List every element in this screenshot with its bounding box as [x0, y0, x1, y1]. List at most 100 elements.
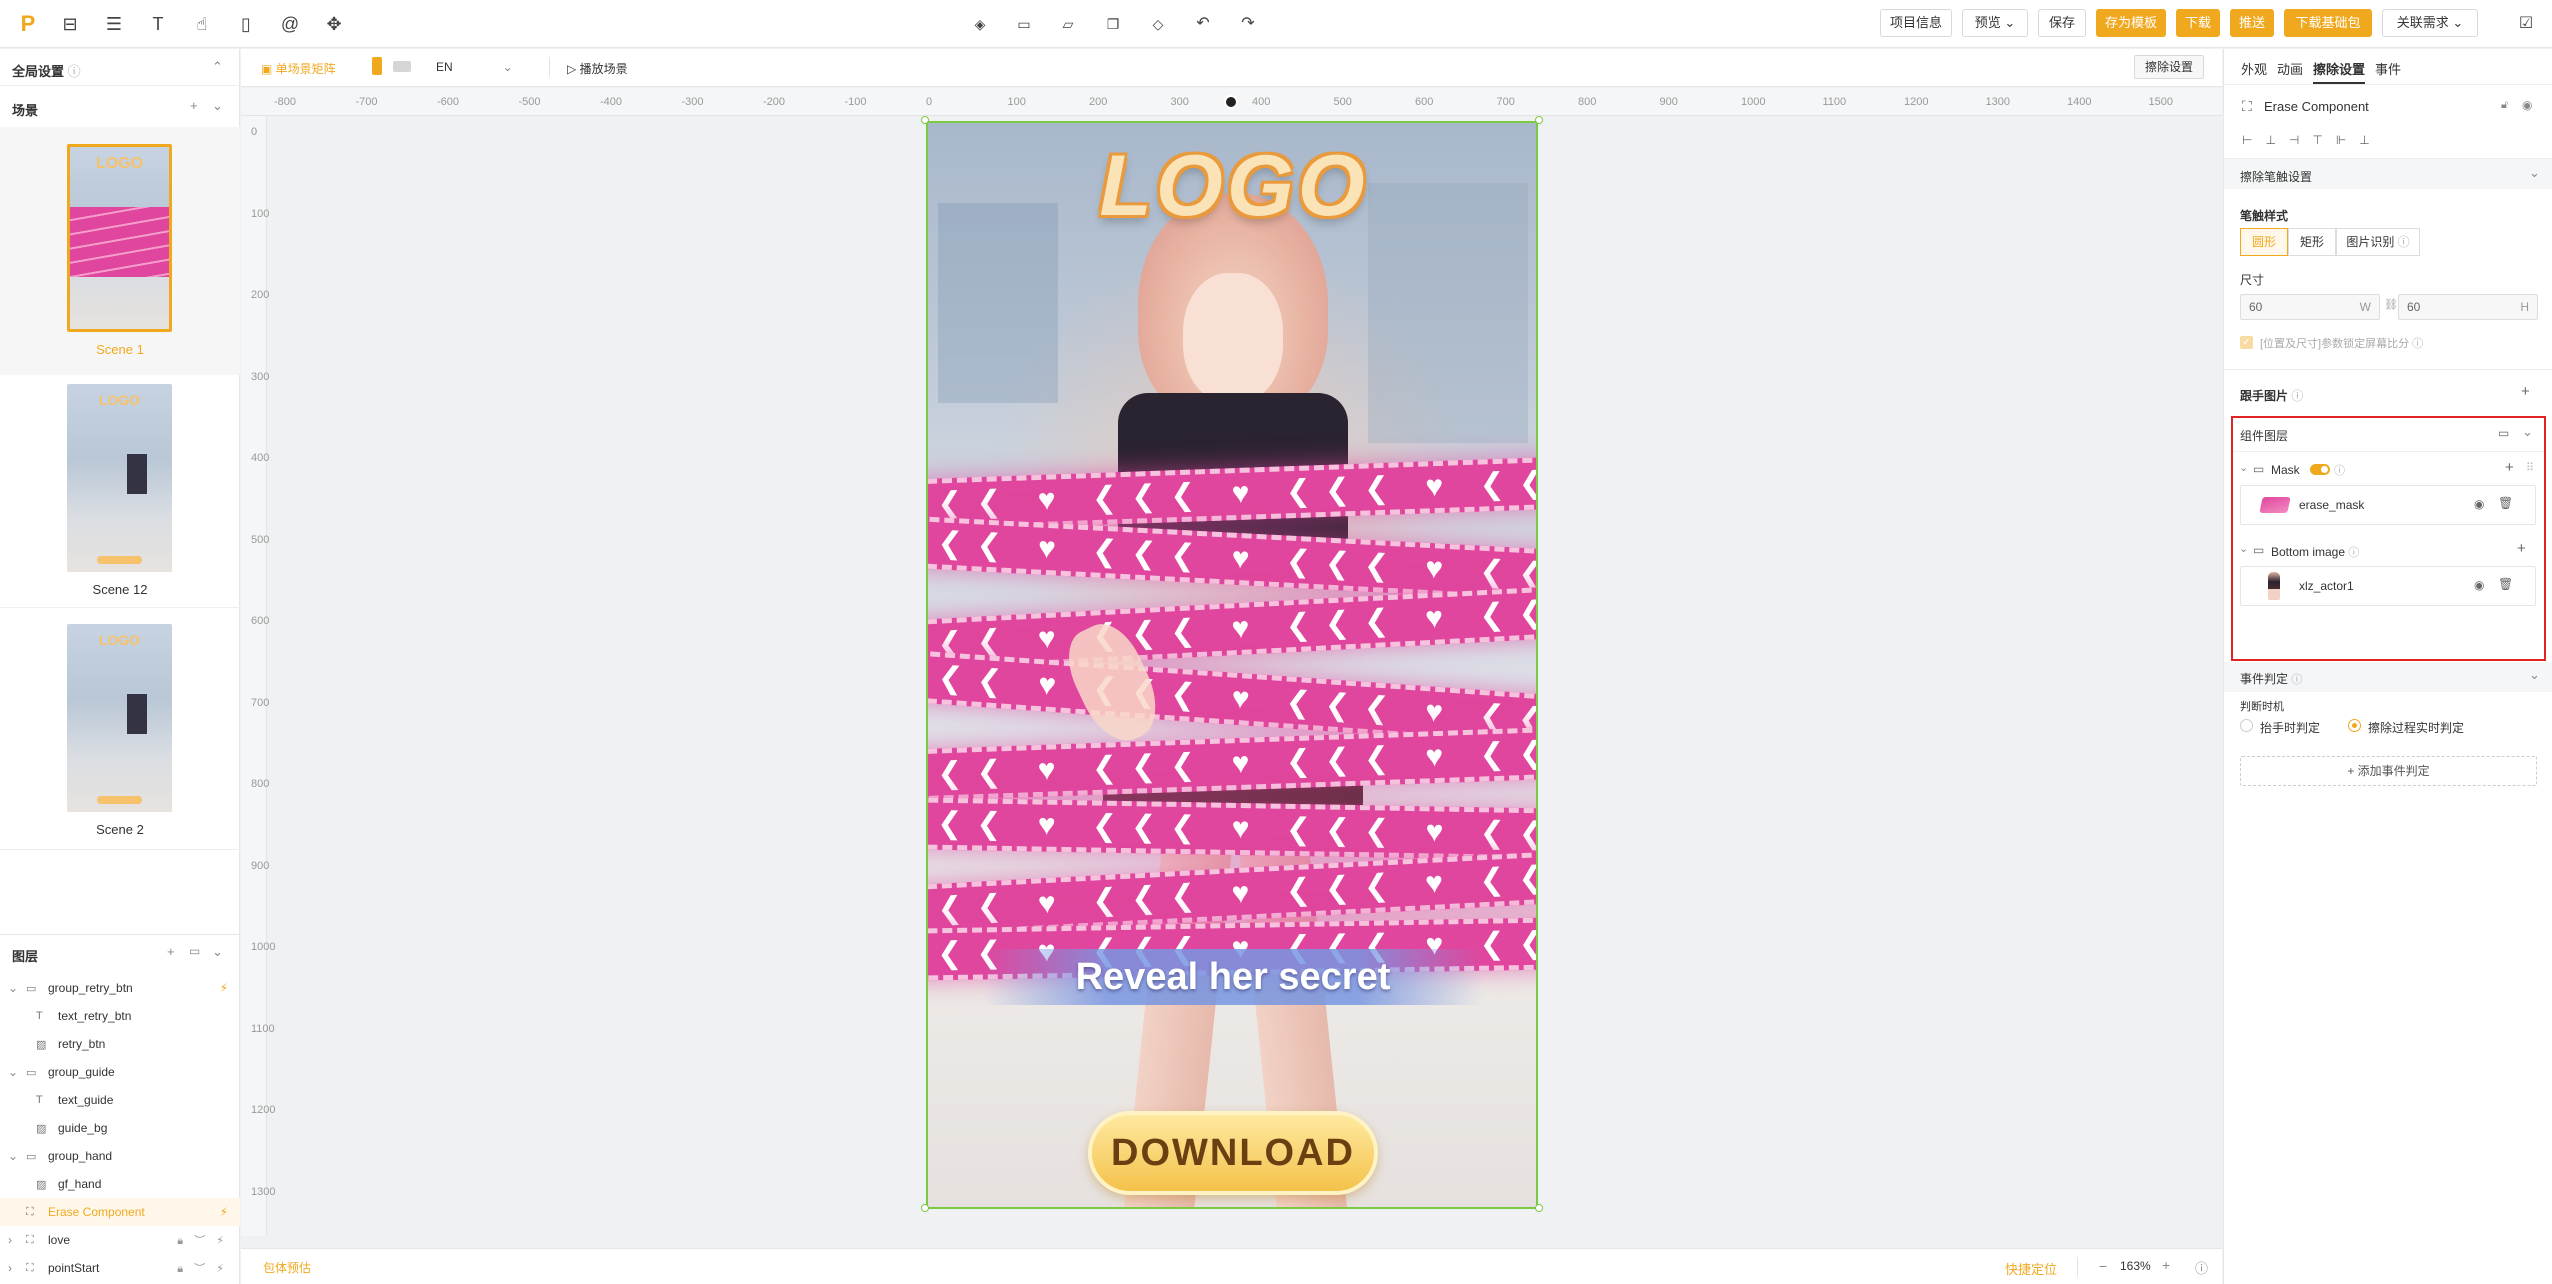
at-icon[interactable]: @: [278, 12, 302, 36]
related-demand-button[interactable]: 关联需求 ⌄: [2382, 9, 2478, 37]
brush-circle-option[interactable]: 圆形: [2240, 228, 2288, 256]
layer-row[interactable]: ⌄ ▭ group_retry_btn ⚡: [0, 974, 240, 1002]
language-select[interactable]: EN ⌄: [436, 60, 513, 74]
copy-icon[interactable]: ❐: [1101, 12, 1125, 36]
add-bottom-layer-icon[interactable]: +: [2517, 540, 2526, 557]
layer-row[interactable]: › ⛶ love 🔒︎ ︶ ⚡: [0, 1226, 240, 1254]
layer-row[interactable]: ▨ guide_bg: [0, 1114, 240, 1142]
bottom-item-row[interactable]: xlz_actor1 ◉ 🗑︎: [2240, 566, 2536, 606]
tab-appearance[interactable]: 外观: [2241, 59, 2267, 78]
stack-icon[interactable]: ☰: [102, 12, 126, 36]
chevron-right-icon[interactable]: ›: [8, 1233, 20, 1247]
align-center-h-icon[interactable]: ⊥: [2265, 133, 2275, 147]
flash-icon[interactable]: ⚡: [220, 981, 228, 995]
chevron-down-icon[interactable]: ⌄: [2239, 542, 2248, 555]
redo-icon[interactable]: ↷: [1236, 12, 1260, 36]
resize-handle[interactable]: [921, 116, 929, 124]
size-height-input[interactable]: 60 H: [2398, 294, 2538, 320]
global-settings-title[interactable]: 全局设置 ⓘ: [12, 61, 81, 80]
folder-open-icon[interactable]: ▱: [1056, 12, 1080, 36]
chevron-down-icon[interactable]: ⌄: [212, 944, 223, 960]
chevron-down-icon[interactable]: ⌄: [212, 98, 223, 114]
download-base-button[interactable]: 下载基础包: [2284, 9, 2372, 37]
layer-row[interactable]: ⌄ ▭ group_guide: [0, 1058, 240, 1086]
chevron-down-icon[interactable]: ⌄: [8, 1065, 20, 1079]
radio-realtime[interactable]: [2348, 719, 2361, 732]
tab-erase-settings[interactable]: 擦除设置: [2313, 59, 2365, 78]
hand-icon[interactable]: ☝: [190, 12, 214, 36]
size-width-input[interactable]: 60 W: [2240, 294, 2380, 320]
layer-row[interactable]: ▨ retry_btn: [0, 1030, 240, 1058]
chevron-down-icon[interactable]: ⌄: [8, 981, 20, 995]
chevron-down-icon[interactable]: ⌄: [2529, 667, 2540, 683]
align-center-v-icon[interactable]: ⊩: [2336, 133, 2346, 147]
chevron-down-icon[interactable]: ⌄: [2529, 165, 2540, 181]
layer-row[interactable]: ⌄ ▭ group_hand: [0, 1142, 240, 1170]
delete-icon[interactable]: 🗑︎: [2498, 577, 2513, 591]
add-scene-icon[interactable]: +: [190, 98, 198, 113]
brush-rect-option[interactable]: 矩形: [2288, 228, 2336, 256]
add-mask-layer-icon[interactable]: +: [2505, 459, 2514, 476]
radio-on-release[interactable]: [2240, 719, 2253, 732]
erase-settings-button[interactable]: 擦除设置: [2134, 55, 2205, 79]
tab-animation[interactable]: 动画: [2277, 59, 2303, 78]
page-icon[interactable]: ▯: [234, 12, 258, 36]
chevron-down-icon[interactable]: ⌄: [8, 1149, 20, 1163]
layer-actions-icons[interactable]: 🔒︎ ︶ ⚡: [177, 1232, 228, 1248]
diamond-icon[interactable]: ◇: [1146, 12, 1170, 36]
resize-handle[interactable]: [1535, 116, 1543, 124]
landscape-toggle-icon[interactable]: [393, 61, 411, 72]
layer-row[interactable]: Ttext_retry_btn: [0, 1002, 240, 1030]
puzzle-icon[interactable]: ✥: [322, 12, 346, 36]
tab-events[interactable]: 事件: [2375, 59, 2401, 78]
save-button[interactable]: 保存: [2038, 9, 2086, 37]
drag-handle-icon[interactable]: ⠿: [2526, 461, 2534, 474]
flash-icon[interactable]: ⚡: [220, 1205, 228, 1219]
layer-row[interactable]: › ⛶ pointStart 🔒︎ ︶ ⚡: [0, 1254, 240, 1282]
align-top-icon[interactable]: ⊤: [2312, 133, 2322, 147]
scene-thumbnail[interactable]: LOGO: [67, 144, 172, 332]
save-template-button[interactable]: 存为模板: [2096, 9, 2166, 37]
scene-thumbnail[interactable]: LOGO: [67, 384, 172, 572]
folder-icon[interactable]: ▭: [189, 944, 200, 958]
bundle-estimate-link[interactable]: 包体预估: [263, 1259, 311, 1276]
delete-icon[interactable]: 🗑︎: [2498, 496, 2513, 510]
scene-thumbnail[interactable]: LOGO: [67, 624, 172, 812]
layer-row[interactable]: Ttext_guide: [0, 1086, 240, 1114]
help-icon[interactable]: ⓘ: [2195, 1258, 2208, 1277]
eye-icon[interactable]: ◉: [2474, 497, 2484, 511]
chevron-right-icon[interactable]: ›: [8, 1261, 20, 1275]
eye-icon[interactable]: ◉: [2522, 98, 2532, 112]
mask-toggle[interactable]: [2310, 464, 2330, 475]
align-left-icon[interactable]: ⊢: [2242, 133, 2252, 147]
layer-row[interactable]: ▨ gf_hand: [0, 1170, 240, 1198]
stage-artboard[interactable]: ❮❮❮ ♥ ❮❮❮ ♥ ❮❮❮ ♥ ❮❮❮ ♥ ❮❮❮ ♥ ❮❮❮ ♥ ❮❮❮ …: [926, 121, 1538, 1209]
quick-locate-link[interactable]: 快捷定位: [2005, 1259, 2057, 1278]
download-cta-button[interactable]: DOWNLOAD: [1088, 1111, 1378, 1195]
align-right-icon[interactable]: ⊣: [2289, 133, 2299, 147]
add-event-button[interactable]: + 添加事件判定: [2240, 756, 2537, 786]
add-hand-image-icon[interactable]: +: [2521, 383, 2530, 400]
chevron-up-icon[interactable]: ⌃: [212, 59, 223, 75]
resize-handle[interactable]: [921, 1204, 929, 1212]
lock-icon[interactable]: 🔓︎: [2501, 99, 2508, 112]
chevron-down-icon[interactable]: ⌄: [2239, 461, 2248, 474]
brush-image-option[interactable]: 图片识别 ⓘ: [2336, 228, 2420, 256]
layer-row[interactable]: ⛶ Erase Component ⚡: [0, 1198, 240, 1226]
rotate-handle[interactable]: [1224, 95, 1238, 109]
zoom-in-icon[interactable]: +: [2162, 1257, 2170, 1273]
inbox-icon[interactable]: ⊟: [58, 12, 82, 36]
project-info-button[interactable]: 项目信息: [1880, 9, 1952, 37]
chevron-down-icon[interactable]: ⌄: [2522, 424, 2533, 440]
zoom-out-icon[interactable]: −: [2099, 1258, 2107, 1274]
link-lock-icon[interactable]: ⛓︎: [2384, 298, 2398, 311]
resize-handle[interactable]: [1535, 1204, 1543, 1212]
folder-icon[interactable]: ▭: [2498, 426, 2509, 440]
download-button[interactable]: 下载: [2176, 9, 2220, 37]
mask-item-row[interactable]: erase_mask ◉ 🗑︎: [2240, 485, 2536, 525]
layer-actions-icons[interactable]: 🔒︎ ︶ ⚡: [177, 1260, 228, 1276]
text-icon[interactable]: T: [146, 12, 170, 36]
play-scene-button[interactable]: ▷ 播放场景: [567, 60, 628, 77]
lock-ratio-checkbox[interactable]: ✓: [2240, 336, 2253, 349]
undo-icon[interactable]: ↶: [1191, 12, 1215, 36]
